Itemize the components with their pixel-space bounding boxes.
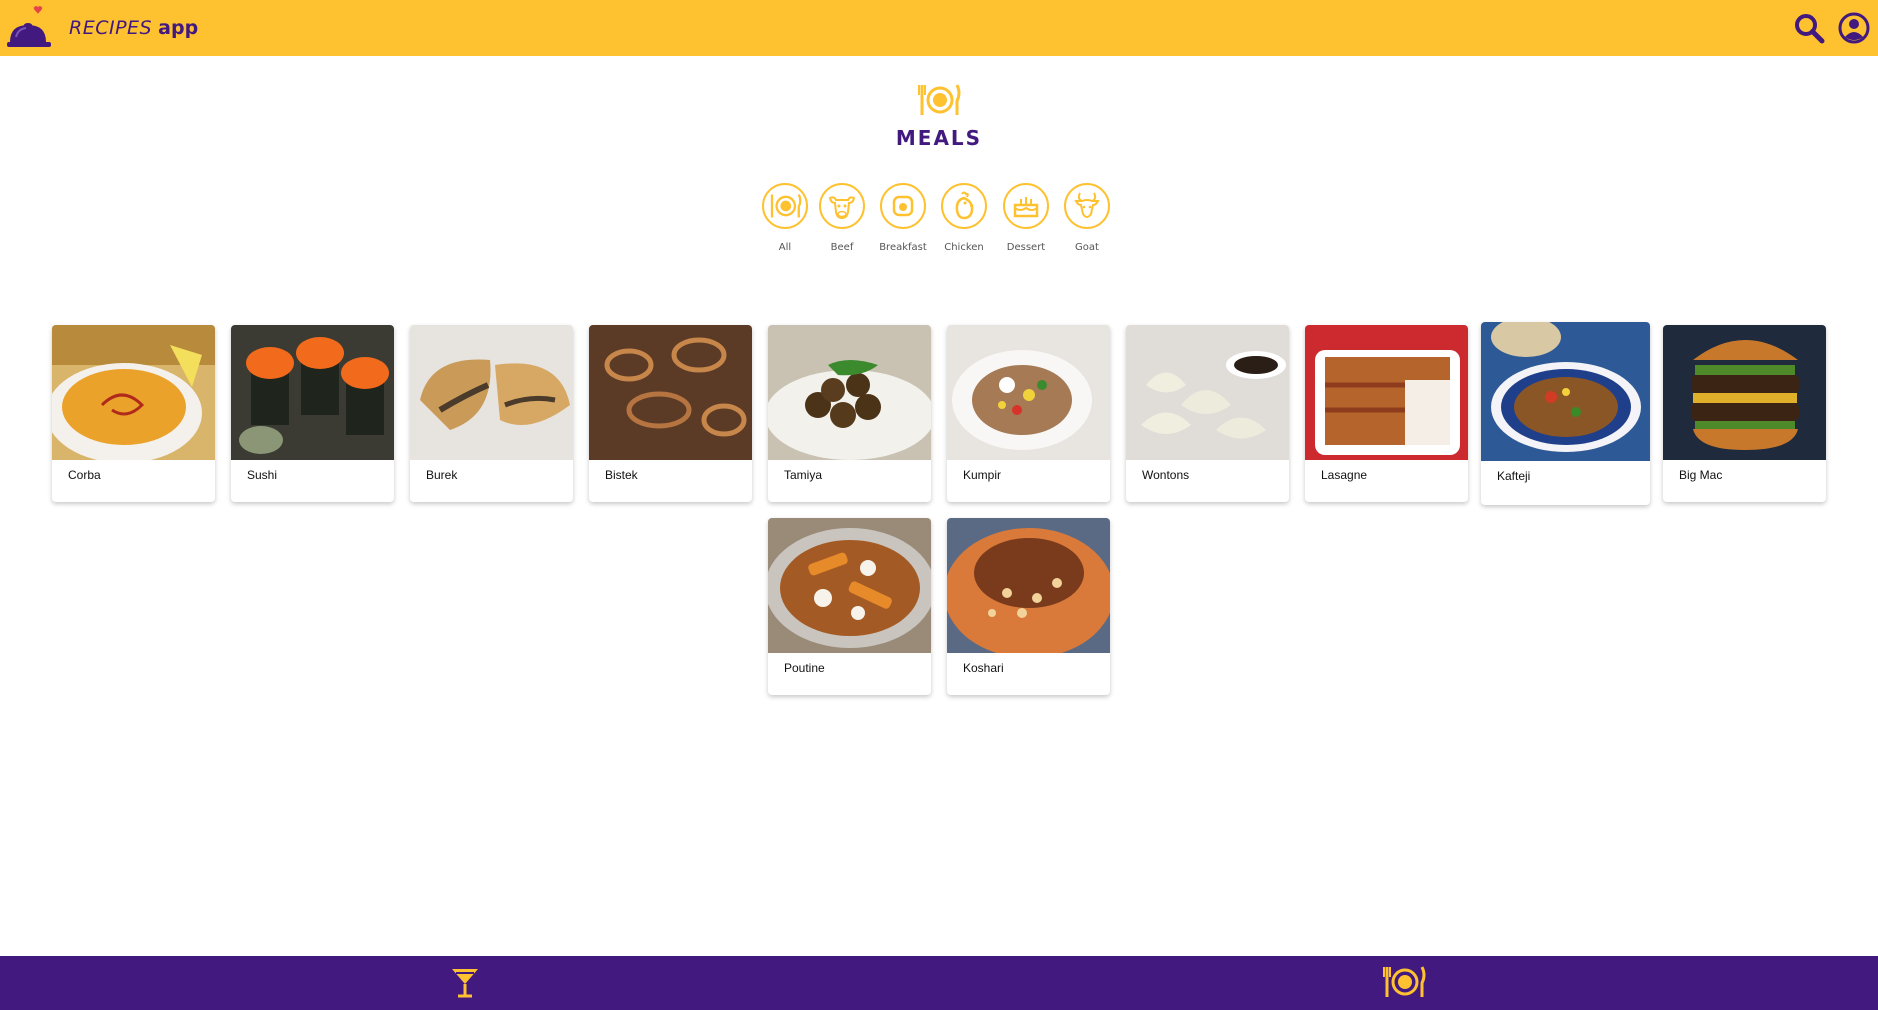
category-label: Beef (830, 242, 854, 253)
meal-card-lasagne[interactable]: Lasagne (1305, 325, 1468, 502)
category-label: Goat (1075, 242, 1099, 253)
meal-image (1481, 322, 1650, 461)
meal-name: Kafteji (1497, 469, 1531, 483)
category-chicken[interactable]: Chicken (934, 183, 994, 253)
cake-icon (1003, 183, 1049, 229)
meal-card-burek[interactable]: Burek (410, 325, 573, 502)
meal-card-poutine[interactable]: Poutine (768, 518, 931, 695)
chicken-icon (941, 183, 987, 229)
meal-card-koshari[interactable]: Koshari (947, 518, 1110, 695)
meals-icon (918, 84, 961, 115)
meal-card-kafteji[interactable]: Kafteji (1481, 322, 1650, 505)
category-label: Dessert (1006, 242, 1046, 253)
meal-name: Kumpir (963, 468, 1002, 482)
meal-name: Sushi (247, 468, 278, 482)
category-label: Chicken (944, 242, 984, 253)
meal-image (589, 325, 752, 460)
search-icon[interactable] (1793, 12, 1825, 44)
meal-card-corba[interactable]: Corba (52, 325, 215, 502)
meal-name: Big Mac (1679, 468, 1723, 482)
category-label: Breakfast (879, 242, 927, 253)
meal-name: Bistek (605, 468, 638, 482)
meal-image (768, 325, 931, 460)
meal-name: Corba (68, 468, 101, 482)
meal-image (52, 325, 215, 463)
meal-name: Tamiya (784, 468, 823, 482)
breakfast-icon (880, 183, 926, 229)
meal-image (947, 518, 1110, 658)
meal-card-tamiya[interactable]: Tamiya (768, 325, 931, 502)
meals-icon[interactable] (1382, 965, 1426, 999)
meal-card-big-mac[interactable]: Big Mac (1663, 325, 1826, 502)
bottom-nav (0, 956, 1878, 1010)
top-header: RECIPES app (0, 0, 1878, 56)
meal-name: Burek (426, 468, 458, 482)
app-title: RECIPES app (69, 17, 198, 39)
meal-image (231, 325, 394, 460)
meal-card-bistek[interactable]: Bistek (589, 325, 752, 502)
meal-image (1126, 325, 1289, 460)
meal-name: Poutine (784, 661, 825, 675)
app-title-app: app (158, 17, 199, 39)
cloche-heart-logo[interactable] (6, 5, 54, 51)
category-beef[interactable]: Beef (812, 183, 872, 253)
page-title: MEALS (895, 126, 983, 150)
cocktail-icon[interactable] (450, 965, 480, 999)
cow-icon (819, 183, 865, 229)
goat-icon (1064, 183, 1110, 229)
profile-icon[interactable] (1838, 12, 1870, 44)
meal-image (1663, 325, 1826, 460)
plate-icon (762, 183, 808, 229)
meal-image (947, 325, 1110, 460)
meal-image (1305, 325, 1468, 460)
meal-card-kumpir[interactable]: Kumpir (947, 325, 1110, 502)
category-dessert[interactable]: Dessert (996, 183, 1056, 253)
meal-card-sushi[interactable]: Sushi (231, 325, 394, 502)
meal-image (768, 518, 931, 653)
category-breakfast[interactable]: Breakfast (873, 183, 933, 253)
category-goat[interactable]: Goat (1057, 183, 1117, 253)
meal-card-wontons[interactable]: Wontons (1126, 325, 1289, 502)
meal-name: Wontons (1142, 468, 1190, 482)
category-label: All (778, 242, 792, 253)
meal-name: Koshari (963, 661, 1004, 675)
meal-name: Lasagne (1321, 468, 1368, 482)
meal-image (410, 325, 573, 460)
app-title-recipes: RECIPES (69, 17, 153, 39)
category-all[interactable]: All (755, 183, 815, 253)
